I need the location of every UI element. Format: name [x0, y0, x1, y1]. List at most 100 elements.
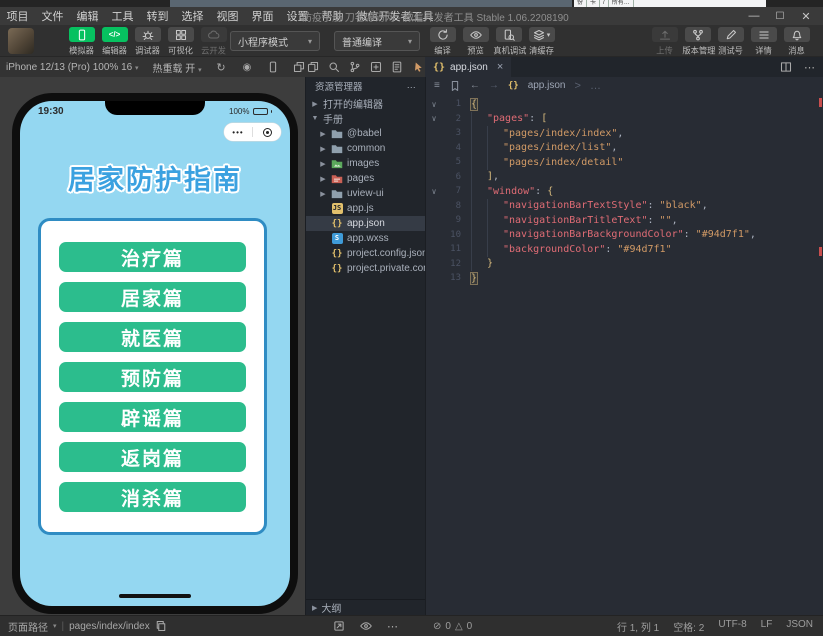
breadcrumb-more[interactable]: …: [590, 80, 601, 92]
toolbar-button-云开发[interactable]: 云开发: [197, 27, 230, 57]
nav-button-返岗篇[interactable]: 返岗篇: [59, 442, 246, 472]
status-segment-3[interactable]: LF: [761, 619, 773, 634]
menu-item-转到[interactable]: 转到: [140, 8, 175, 24]
nav-button-治疗篇[interactable]: 治疗篇: [59, 242, 246, 272]
outline-section[interactable]: ▶ 大纲: [306, 599, 425, 615]
toolbar-button-测试号[interactable]: 测试号: [714, 27, 747, 57]
toolbar-button-编辑器[interactable]: </> 编辑器: [98, 27, 131, 57]
code-line[interactable]: 8 "navigationBarTextStyle": "black",: [426, 198, 823, 213]
tree-item-project.config.json[interactable]: {} project.config.json: [306, 246, 425, 261]
fold-arrow-icon[interactable]: ∨: [426, 100, 442, 109]
tree-item-pages[interactable]: ▶ pages: [306, 171, 425, 186]
compile-dropdown[interactable]: 普通编译 ▾: [334, 31, 420, 51]
fold-arrow-icon[interactable]: ∨: [426, 114, 442, 123]
code-line[interactable]: 10 "navigationBarBackgroundColor": "#94d7…: [426, 227, 823, 242]
tree-item-common[interactable]: ▶ common: [306, 141, 425, 156]
tree-item-uview-ui[interactable]: ▶ uview-ui: [306, 186, 425, 201]
code-line[interactable]: 5 "pages/index/detail": [426, 155, 823, 170]
fold-arrow-icon[interactable]: ∨: [426, 187, 442, 196]
code-line[interactable]: 13}: [426, 271, 823, 286]
more-icon[interactable]: ⋯: [386, 619, 400, 633]
device-selector[interactable]: iPhone 12/13 (Pro) 100% 16 ▾: [6, 62, 139, 73]
toolbar-button-详情[interactable]: 详情: [747, 27, 780, 57]
float-window-icon[interactable]: [292, 60, 306, 74]
code-editor[interactable]: ∨ 1 {∨ 2 "pages": [3 "pages/index/index", 4 "pa…: [425, 94, 823, 615]
code-line[interactable]: 3 "pages/index/index",: [426, 126, 823, 141]
breadcrumb-file[interactable]: app.json: [528, 80, 566, 91]
more-icon[interactable]: …: [407, 80, 417, 91]
code-line[interactable]: 11 "backgroundColor": "#94d7f1": [426, 242, 823, 257]
tree-item-app.json[interactable]: {} app.json: [306, 216, 425, 231]
menu-icon[interactable]: ≡: [434, 80, 440, 91]
split-editor-icon[interactable]: [779, 60, 793, 74]
nav-button-就医篇[interactable]: 就医篇: [59, 322, 246, 352]
nav-button-预防篇[interactable]: 预防篇: [59, 362, 246, 392]
code-line[interactable]: ∨ 7 "window": {: [426, 184, 823, 199]
page-path-value[interactable]: pages/index/index: [69, 621, 150, 632]
nav-button-消杀篇[interactable]: 消杀篇: [59, 482, 246, 512]
status-segment-2[interactable]: UTF-8: [718, 619, 746, 634]
maximize-button[interactable]: ☐: [767, 10, 793, 22]
minimize-button[interactable]: —: [741, 10, 767, 22]
arrow-back-icon[interactable]: ←: [470, 80, 480, 91]
menu-item-工具[interactable]: 工具: [105, 8, 140, 24]
code-line[interactable]: 6],: [426, 169, 823, 184]
status-segment-4[interactable]: JSON: [786, 619, 813, 634]
tree-item-images[interactable]: ▶ images: [306, 156, 425, 171]
mode-dropdown[interactable]: 小程序模式 ▾: [230, 31, 320, 51]
tab-close-icon[interactable]: ×: [497, 61, 503, 73]
code-line[interactable]: 9 "navigationBarTitleText": "",: [426, 213, 823, 228]
code-line[interactable]: 12}: [426, 256, 823, 271]
tree-item-app.js[interactable]: JS app.js: [306, 201, 425, 216]
toolbar-button-调试器[interactable]: 调试器: [131, 27, 164, 57]
status-segment-1[interactable]: 空格: 2: [673, 619, 704, 634]
menu-item-文件[interactable]: 文件: [35, 8, 70, 24]
tree-item-@babel[interactable]: ▶ @babel: [306, 126, 425, 141]
pointer-icon[interactable]: [411, 60, 425, 74]
restart-icon[interactable]: ↻: [214, 60, 228, 74]
status-segment-0[interactable]: 行 1, 列 1: [617, 619, 659, 634]
code-line[interactable]: ∨ 1 {: [426, 97, 823, 112]
toolbar-button-清缓存[interactable]: ▾ 清缓存: [525, 27, 558, 57]
close-button[interactable]: ✕: [793, 10, 819, 23]
tab-app-json[interactable]: {} app.json ×: [425, 57, 512, 77]
new-window-icon[interactable]: [369, 60, 383, 74]
tree-item-app.wxss[interactable]: Sapp.wxss: [306, 231, 425, 246]
tree-section-open-editors[interactable]: ▶ 打开的编辑器: [306, 96, 425, 111]
menu-item-视图[interactable]: 视图: [210, 8, 245, 24]
file-list-icon[interactable]: [390, 60, 404, 74]
code-line[interactable]: ∨ 2 "pages": [: [426, 111, 823, 126]
nav-button-辟谣篇[interactable]: 辟谣篇: [59, 402, 246, 432]
code-line[interactable]: 4 "pages/index/list",: [426, 140, 823, 155]
toolbar-button-真机调试[interactable]: 真机调试: [492, 27, 526, 57]
nav-button-居家篇[interactable]: 居家篇: [59, 282, 246, 312]
menu-item-编辑[interactable]: 编辑: [70, 8, 105, 24]
tree-item-project.private.config.js…[interactable]: {} project.private.config.js…: [306, 261, 425, 276]
toolbar-button-编译[interactable]: 编译: [426, 27, 459, 57]
menu-item-界面[interactable]: 界面: [245, 8, 280, 24]
more-icon[interactable]: ⋯: [803, 60, 817, 74]
toolbar-button-模拟器[interactable]: 模拟器: [65, 27, 98, 57]
files-icon[interactable]: [306, 60, 320, 74]
record-icon[interactable]: ◉: [240, 60, 254, 74]
toolbar-button-可视化[interactable]: 可视化: [164, 27, 197, 57]
capsule-close-icon[interactable]: [253, 127, 281, 137]
bookmark-icon[interactable]: [449, 80, 461, 92]
device-frame-icon[interactable]: [266, 60, 280, 74]
tree-section-project[interactable]: ▼ 手册: [306, 111, 425, 126]
toolbar-button-上传[interactable]: 上传: [648, 27, 681, 57]
toolbar-button-消息[interactable]: 消息: [780, 27, 813, 57]
arrow-forward-icon[interactable]: →: [489, 80, 499, 91]
avatar[interactable]: [8, 28, 34, 54]
menu-item-选择[interactable]: 选择: [175, 8, 210, 24]
copy-path-icon[interactable]: [155, 620, 167, 632]
hot-reload-toggle[interactable]: 热重载 开 ▾: [153, 60, 202, 75]
toolbar-button-版本管理[interactable]: 版本管理: [681, 27, 715, 57]
problems-indicator[interactable]: ⊘ 0 △ 0: [433, 621, 472, 632]
capsule-more-icon[interactable]: •••: [224, 128, 252, 137]
eye-icon[interactable]: [359, 619, 373, 633]
page-path-label[interactable]: 页面路径: [8, 619, 48, 634]
independent-window-icon[interactable]: [332, 619, 346, 633]
toolbar-button-预览[interactable]: 预览: [459, 27, 492, 57]
search-icon[interactable]: [327, 60, 341, 74]
